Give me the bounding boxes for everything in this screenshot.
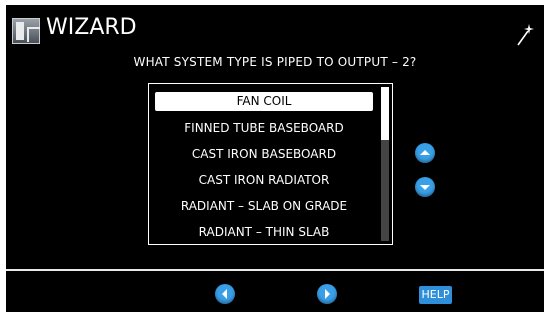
title-bar: WIZARD — [6, 5, 544, 49]
chevron-down-icon — [420, 185, 430, 190]
list-scrollbar[interactable] — [381, 87, 389, 241]
logo-icon — [12, 18, 40, 44]
list-item[interactable]: RADIANT – SLAB ON GRADE — [155, 197, 373, 216]
magic-wand-icon[interactable] — [516, 22, 534, 46]
system-type-list[interactable]: FAN COIL FINNED TUBE BASEBOARD CAST IRON… — [148, 83, 393, 245]
list-item[interactable]: CAST IRON BASEBOARD — [155, 145, 373, 164]
scroll-thumb[interactable] — [381, 87, 389, 140]
chevron-right-icon — [325, 289, 330, 299]
list-item[interactable]: CAST IRON RADIATOR — [155, 171, 373, 190]
next-button[interactable] — [317, 284, 337, 304]
scroll-down-button[interactable] — [415, 177, 435, 197]
wizard-screen: WIZARD WHAT SYSTEM TYPE IS PIPED TO OUTP… — [6, 5, 544, 312]
list-item[interactable]: FINNED TUBE BASEBOARD — [155, 119, 373, 138]
list-item[interactable]: RADIANT – THIN SLAB — [155, 223, 373, 242]
list-item[interactable]: FAN COIL — [155, 92, 373, 111]
back-button[interactable] — [215, 284, 235, 304]
page-title: WIZARD — [46, 15, 137, 40]
scroll-up-button[interactable] — [415, 143, 435, 163]
help-button[interactable]: HELP — [419, 286, 452, 304]
chevron-left-icon — [222, 289, 227, 299]
footer-divider — [6, 269, 544, 271]
chevron-up-icon — [420, 150, 430, 155]
question-text: WHAT SYSTEM TYPE IS PIPED TO OUTPUT – 2? — [133, 55, 417, 69]
